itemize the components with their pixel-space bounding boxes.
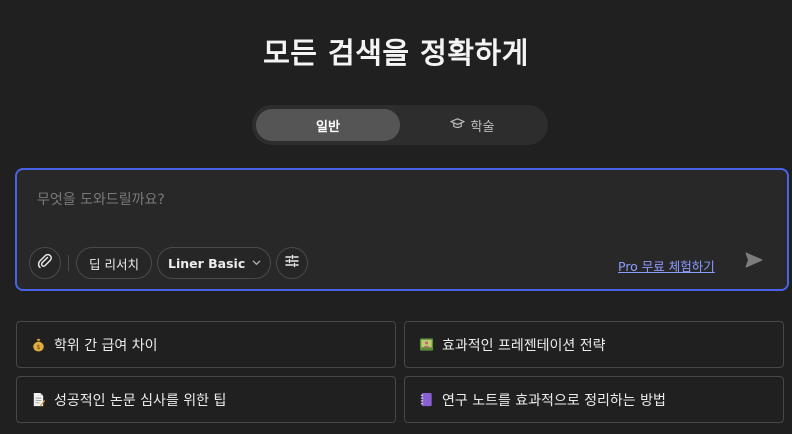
mode-toggle: 일반 학술	[252, 105, 548, 145]
page-title: 모든 검색을 정확하게	[263, 36, 529, 70]
suggestion-item[interactable]: 성공적인 논문 심사를 위한 팁	[16, 376, 396, 423]
chevron-down-icon	[251, 256, 262, 271]
suggestion-item[interactable]: 연구 노트를 효과적으로 정리하는 방법	[404, 376, 784, 423]
tab-general[interactable]: 일반	[256, 109, 400, 141]
deep-research-label: 딥 리서치	[89, 256, 139, 272]
document-icon	[30, 391, 47, 408]
settings-button[interactable]	[276, 247, 309, 279]
notebook-icon	[418, 391, 435, 408]
suggestion-label: 연구 노트를 효과적으로 정리하는 방법	[442, 392, 666, 409]
suggestion-item[interactable]: $ 학위 간 급여 차이	[16, 321, 396, 368]
model-label: Liner Basic	[167, 255, 246, 271]
tab-academic-label: 학술	[470, 119, 495, 135]
send-icon	[744, 250, 764, 274]
model-select[interactable]: Liner Basic	[156, 247, 272, 279]
tab-general-label: 일반	[316, 119, 340, 135]
suggestion-label: 성공적인 논문 심사를 위한 팁	[54, 392, 227, 409]
send-button[interactable]	[742, 250, 766, 274]
suggestion-grid: $ 학위 간 급여 차이 효과적인 프레젠테이션 전략 성공적인 논문 심사를 …	[16, 321, 784, 423]
suggestion-label: 학위 간 급여 차이	[54, 337, 158, 354]
presentation-icon	[418, 336, 435, 353]
pro-trial-link[interactable]: Pro 무료 체험하기	[618, 256, 715, 275]
paperclip-icon	[37, 253, 53, 273]
page: 모든 검색을 정확하게 일반 학술 무엇을 도와드릴까요? 딥 리서치 Line…	[0, 0, 792, 434]
graduation-cap-icon	[449, 116, 465, 135]
search-input[interactable]	[37, 188, 737, 212]
search-box: 딥 리서치 Liner Basic	[15, 168, 789, 291]
deep-research-button[interactable]: 딥 리서치	[76, 247, 152, 279]
suggestion-label: 효과적인 프레젠테이션 전략	[442, 337, 606, 354]
money-bag-icon: $	[30, 336, 47, 353]
svg-text:$: $	[36, 343, 40, 351]
tab-academic[interactable]: 학술	[400, 109, 544, 141]
search-toolbar: 딥 리서치 Liner Basic	[29, 246, 309, 280]
toolbar-divider	[68, 255, 69, 271]
suggestion-item[interactable]: 효과적인 프레젠테이션 전략	[404, 321, 784, 368]
attach-button[interactable]	[29, 247, 61, 279]
sliders-icon	[284, 253, 300, 273]
